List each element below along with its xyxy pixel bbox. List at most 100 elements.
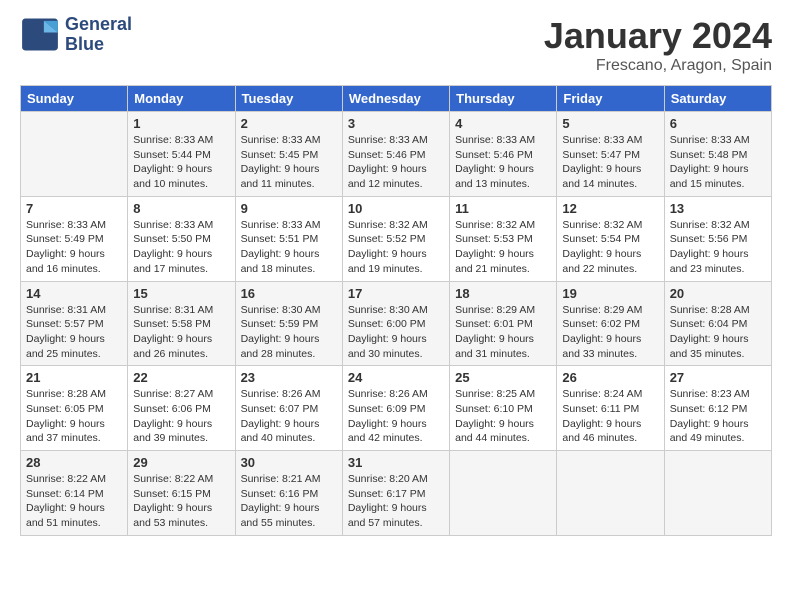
week-row-4: 21 Sunrise: 8:28 AMSunset: 6:05 PMDayligh… [21,366,772,451]
day-info: Sunrise: 8:22 AMSunset: 6:14 PMDaylight:… [26,472,122,531]
day-info: Sunrise: 8:31 AMSunset: 5:58 PMDaylight:… [133,303,229,362]
day-number: 28 [26,455,122,470]
calendar-cell: 13Sunrise: 8:32 AMSunset: 5:56 PMDayligh… [664,196,771,281]
calendar-cell: 12Sunrise: 8:32 AMSunset: 5:54 PMDayligh… [557,196,664,281]
calendar-cell: 22 Sunrise: 8:27 AMSunset: 6:06 PMDayligh… [128,366,235,451]
day-number: 22 [133,370,229,385]
day-info: Sunrise: 8:21 AMSunset: 6:16 PMDaylight:… [241,472,337,531]
day-number: 17 [348,286,444,301]
day-info: Sunrise: 8:33 AMSunset: 5:49 PMDaylight:… [26,218,122,277]
location: Frescano, Aragon, Spain [544,57,772,75]
day-info: Sunrise: 8:29 AMSunset: 6:02 PMDaylight:… [562,303,658,362]
day-number: 30 [241,455,337,470]
day-number: 3 [348,116,444,131]
day-number: 2 [241,116,337,131]
day-info: Sunrise: 8:33 AMSunset: 5:50 PMDaylight:… [133,218,229,277]
day-info: Sunrise: 8:28 AMSunset: 6:05 PMDaylight:… [26,387,122,446]
day-number: 26 [562,370,658,385]
day-info: Sunrise: 8:32 AMSunset: 5:54 PMDaylight:… [562,218,658,277]
day-info: Sunrise: 8:33 AMSunset: 5:45 PMDaylight:… [241,133,337,192]
day-number: 16 [241,286,337,301]
day-info: Sunrise: 8:33 AMSunset: 5:48 PMDaylight:… [670,133,766,192]
calendar-cell: 14 Sunrise: 8:31 AMSunset: 5:57 PMDayligh… [21,281,128,366]
calendar-cell: 28 Sunrise: 8:22 AMSunset: 6:14 PMDayligh… [21,451,128,536]
calendar-cell: 30 Sunrise: 8:21 AMSunset: 6:16 PMDayligh… [235,451,342,536]
week-row-5: 28 Sunrise: 8:22 AMSunset: 6:14 PMDayligh… [21,451,772,536]
calendar-cell: 25 Sunrise: 8:25 AMSunset: 6:10 PMDayligh… [450,366,557,451]
calendar-cell: 27Sunrise: 8:23 AMSunset: 6:12 PMDayligh… [664,366,771,451]
day-info: Sunrise: 8:30 AMSunset: 5:59 PMDaylight:… [241,303,337,362]
calendar-cell: 24 Sunrise: 8:26 AMSunset: 6:09 PMDayligh… [342,366,449,451]
day-number: 4 [455,116,551,131]
calendar-cell [450,451,557,536]
day-number: 21 [26,370,122,385]
week-row-1: 1Sunrise: 8:33 AMSunset: 5:44 PMDaylight… [21,112,772,197]
calendar-cell: 29 Sunrise: 8:22 AMSunset: 6:15 PMDayligh… [128,451,235,536]
calendar-cell: 15 Sunrise: 8:31 AMSunset: 5:58 PMDayligh… [128,281,235,366]
day-info: Sunrise: 8:22 AMSunset: 6:15 PMDaylight:… [133,472,229,531]
day-info: Sunrise: 8:31 AMSunset: 5:57 PMDaylight:… [26,303,122,362]
day-number: 13 [670,201,766,216]
weekday-header-row: SundayMondayTuesdayWednesdayThursdayFrid… [21,86,772,112]
day-number: 7 [26,201,122,216]
logo-line2: Blue [65,35,132,55]
week-row-2: 7 Sunrise: 8:33 AMSunset: 5:49 PMDaylight… [21,196,772,281]
day-info: Sunrise: 8:29 AMSunset: 6:01 PMDaylight:… [455,303,551,362]
day-number: 25 [455,370,551,385]
calendar-cell: 19 Sunrise: 8:29 AMSunset: 6:02 PMDayligh… [557,281,664,366]
calendar-cell: 5Sunrise: 8:33 AMSunset: 5:47 PMDaylight… [557,112,664,197]
day-number: 14 [26,286,122,301]
calendar-cell: 18 Sunrise: 8:29 AMSunset: 6:01 PMDayligh… [450,281,557,366]
calendar-cell: 10Sunrise: 8:32 AMSunset: 5:52 PMDayligh… [342,196,449,281]
day-info: Sunrise: 8:23 AMSunset: 6:12 PMDaylight:… [670,387,766,446]
calendar-cell: 1Sunrise: 8:33 AMSunset: 5:44 PMDaylight… [128,112,235,197]
calendar-table: SundayMondayTuesdayWednesdayThursdayFrid… [20,85,772,536]
day-number: 9 [241,201,337,216]
day-info: Sunrise: 8:33 AMSunset: 5:46 PMDaylight:… [455,133,551,192]
calendar-cell: 26Sunrise: 8:24 AMSunset: 6:11 PMDayligh… [557,366,664,451]
day-info: Sunrise: 8:33 AMSunset: 5:44 PMDaylight:… [133,133,229,192]
day-info: Sunrise: 8:33 AMSunset: 5:46 PMDaylight:… [348,133,444,192]
title-block: January 2024 Frescano, Aragon, Spain [544,15,772,75]
calendar-cell: 20 Sunrise: 8:28 AMSunset: 6:04 PMDayligh… [664,281,771,366]
day-number: 5 [562,116,658,131]
day-number: 31 [348,455,444,470]
weekday-header-saturday: Saturday [664,86,771,112]
weekday-header-wednesday: Wednesday [342,86,449,112]
calendar-cell: 9 Sunrise: 8:33 AMSunset: 5:51 PMDaylight… [235,196,342,281]
day-number: 24 [348,370,444,385]
day-info: Sunrise: 8:32 AMSunset: 5:52 PMDaylight:… [348,218,444,277]
day-info: Sunrise: 8:33 AMSunset: 5:51 PMDaylight:… [241,218,337,277]
day-number: 6 [670,116,766,131]
header: General Blue January 2024 Frescano, Arag… [20,15,772,75]
calendar-cell: 31 Sunrise: 8:20 AMSunset: 6:17 PMDayligh… [342,451,449,536]
calendar-cell: 21 Sunrise: 8:28 AMSunset: 6:05 PMDayligh… [21,366,128,451]
weekday-header-sunday: Sunday [21,86,128,112]
day-number: 23 [241,370,337,385]
calendar-cell: 17 Sunrise: 8:30 AMSunset: 6:00 PMDayligh… [342,281,449,366]
calendar-cell: 7 Sunrise: 8:33 AMSunset: 5:49 PMDaylight… [21,196,128,281]
day-number: 19 [562,286,658,301]
weekday-header-monday: Monday [128,86,235,112]
calendar-cell [664,451,771,536]
weekday-header-tuesday: Tuesday [235,86,342,112]
calendar-cell: 23 Sunrise: 8:26 AMSunset: 6:07 PMDayligh… [235,366,342,451]
day-number: 15 [133,286,229,301]
day-info: Sunrise: 8:20 AMSunset: 6:17 PMDaylight:… [348,472,444,531]
week-row-3: 14 Sunrise: 8:31 AMSunset: 5:57 PMDayligh… [21,281,772,366]
day-number: 29 [133,455,229,470]
logo: General Blue [20,15,132,55]
weekday-header-friday: Friday [557,86,664,112]
day-number: 18 [455,286,551,301]
day-info: Sunrise: 8:26 AMSunset: 6:09 PMDaylight:… [348,387,444,446]
logo-line1: General [65,15,132,35]
day-info: Sunrise: 8:27 AMSunset: 6:06 PMDaylight:… [133,387,229,446]
day-number: 8 [133,201,229,216]
calendar-cell: 2 Sunrise: 8:33 AMSunset: 5:45 PMDaylight… [235,112,342,197]
day-number: 20 [670,286,766,301]
calendar-cell: 11Sunrise: 8:32 AMSunset: 5:53 PMDayligh… [450,196,557,281]
day-info: Sunrise: 8:30 AMSunset: 6:00 PMDaylight:… [348,303,444,362]
day-info: Sunrise: 8:28 AMSunset: 6:04 PMDaylight:… [670,303,766,362]
day-info: Sunrise: 8:26 AMSunset: 6:07 PMDaylight:… [241,387,337,446]
day-info: Sunrise: 8:25 AMSunset: 6:10 PMDaylight:… [455,387,551,446]
